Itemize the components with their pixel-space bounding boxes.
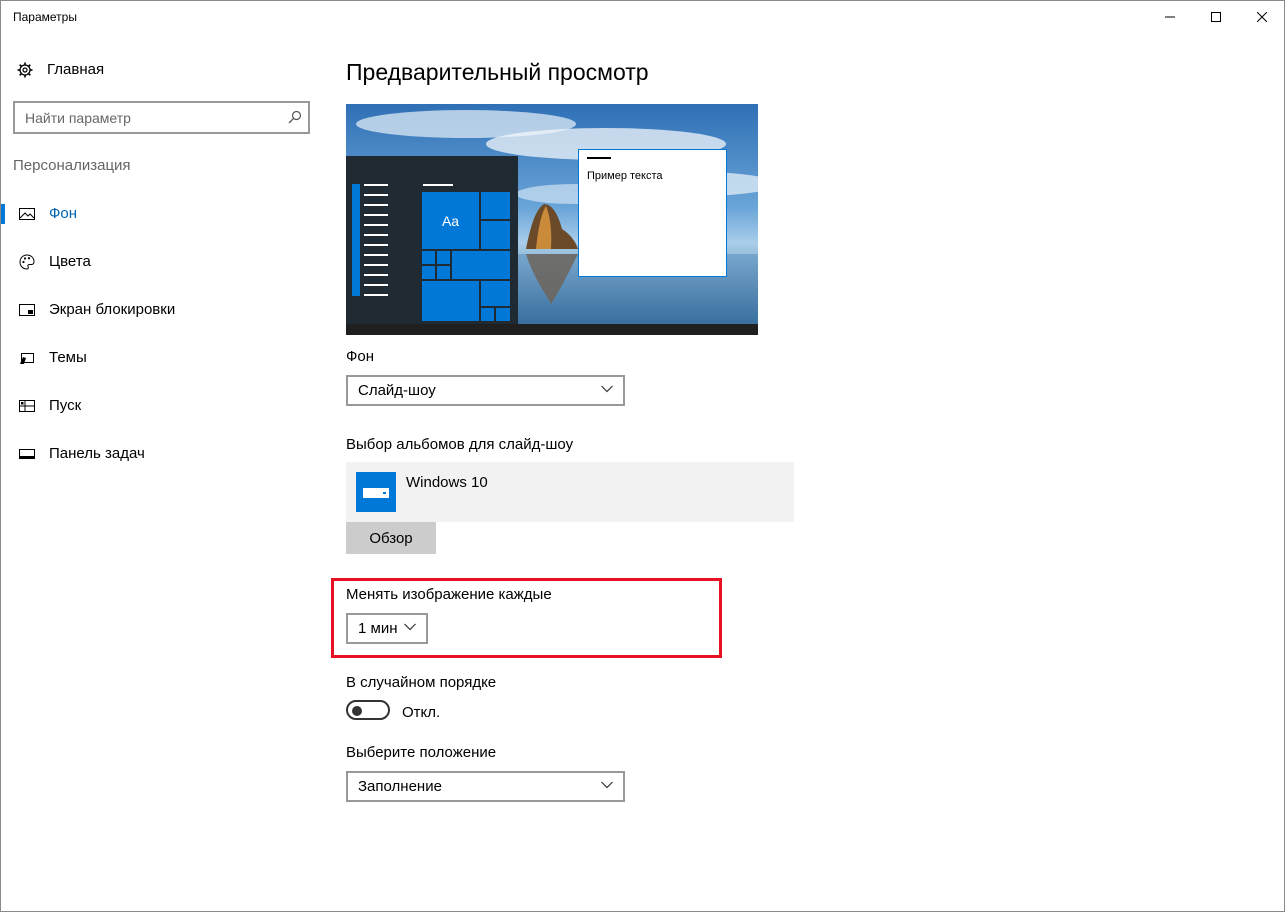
sidebar-item-label: Панель задач [49,445,145,462]
maximize-button[interactable] [1193,1,1239,33]
search-input[interactable] [15,103,275,132]
sidebar-home[interactable]: Главная [17,61,104,78]
close-icon [1257,12,1267,22]
start-tile [437,266,450,279]
album-item[interactable]: Windows 10 [346,462,794,522]
start-tile [452,251,510,279]
start-tile [481,192,510,219]
album-name: Windows 10 [406,474,488,491]
sidebar-item-start[interactable]: Пуск [1,386,321,426]
sidebar-item-colors[interactable]: Цвета [1,242,321,282]
sidebar-item-label: Цвета [49,253,91,270]
background-dropdown[interactable]: Слайд-шоу [346,375,625,406]
toggle-knob [352,706,362,716]
section-title: Персонализация [13,157,131,174]
lock-screen-icon [19,304,35,316]
shuffle-label: В случайном порядке [346,674,497,691]
sidebar-item-background[interactable]: Фон [1,194,321,234]
sidebar-home-label: Главная [47,61,105,78]
title-bar[interactable]: Параметры [1,1,1284,33]
browse-button[interactable]: Обзор [346,522,436,554]
shuffle-toggle[interactable] [346,700,390,720]
shuffle-state: Откл. [402,704,441,721]
start-menu-preview: Aa [346,156,518,324]
start-icon [19,400,35,412]
sample-window-preview: Пример текста [578,149,727,277]
picture-icon [19,208,35,220]
drive-icon [363,488,389,498]
close-button[interactable] [1239,1,1285,33]
tile-text: Aa [441,212,460,229]
taskbar-icon [19,449,35,459]
sidebar-item-label: Пуск [49,397,82,414]
albums-label: Выбор альбомов для слайд-шоу [346,436,574,453]
minimize-icon [1165,16,1175,18]
start-menu-header [423,184,453,186]
start-tile [422,281,479,321]
window-title: Параметры [13,10,77,24]
sidebar-item-themes[interactable]: Темы [1,338,321,378]
sample-text: Пример текста [587,170,663,182]
sidebar-item-taskbar[interactable]: Панель задач [1,434,321,474]
start-tile [437,251,450,264]
background-dropdown-value: Слайд-шоу [358,382,436,399]
palette-icon [19,254,35,270]
search-icon[interactable] [288,110,302,124]
sidebar-item-lock-screen[interactable]: Экран блокировки [1,290,321,330]
gear-icon [17,62,33,77]
sample-window-titlebar [587,157,611,159]
settings-window: Параметры Главная Найти параметр Персона… [0,0,1285,912]
start-tile [481,281,510,306]
chevron-down-icon [601,385,613,393]
page-title: Предварительный просмотр [346,59,649,85]
chevron-down-icon [601,781,613,789]
sidebar: Главная Персонализация Фон Цвета [1,33,321,911]
start-tile [422,266,435,279]
start-tile [422,251,435,264]
start-menu-list [352,184,388,302]
themes-icon [20,353,34,364]
sidebar-item-label: Экран блокировки [49,301,176,318]
background-label: Фон [346,348,375,365]
start-tile [481,221,510,249]
start-tile [481,308,494,321]
maximize-icon [1211,12,1221,22]
sidebar-item-label: Темы [49,349,87,366]
start-tile-large: Aa [422,192,479,249]
sidebar-item-label: Фон [49,205,78,222]
fit-label: Выберите положение [346,744,497,761]
minimize-button[interactable] [1147,1,1193,33]
fit-dropdown[interactable]: Заполнение [346,771,625,802]
search-box [13,101,310,134]
highlight-box [331,578,722,658]
fit-dropdown-value: Заполнение [358,778,442,795]
start-tile [496,308,510,321]
album-icon [356,472,396,512]
desktop-preview: Aa Пример текста [346,104,758,335]
